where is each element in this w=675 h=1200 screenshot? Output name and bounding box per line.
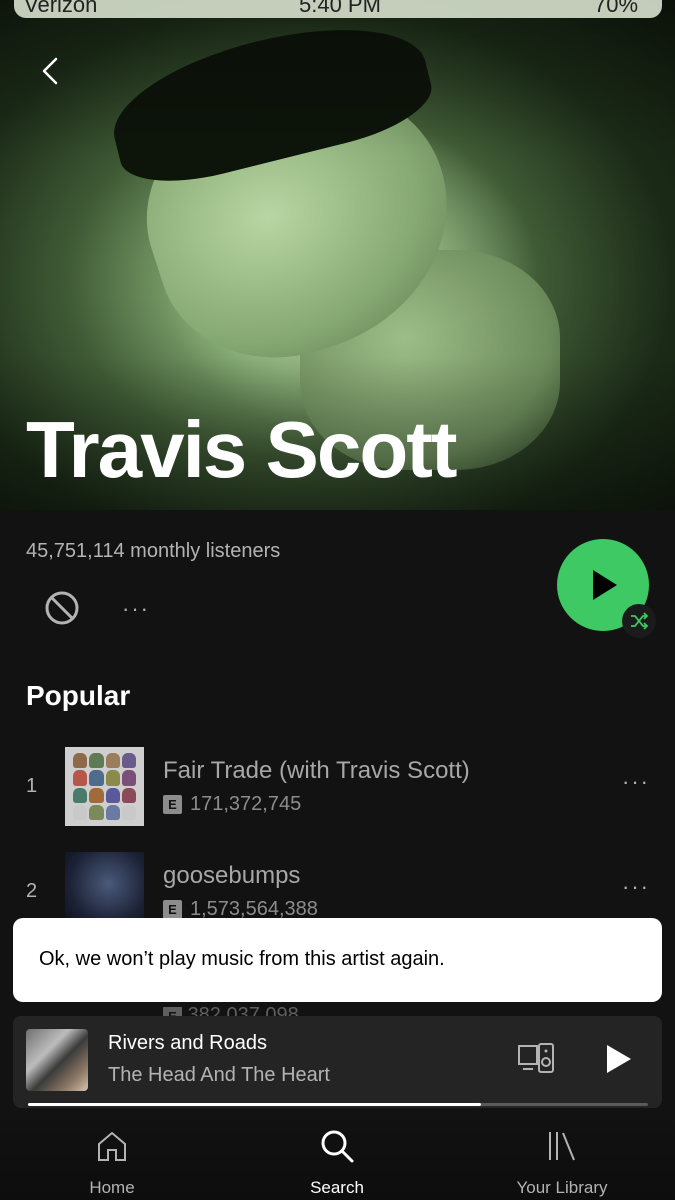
track-more-button[interactable]: ···: [622, 769, 650, 795]
nav-label: Search: [310, 1178, 364, 1197]
track-rank: 1: [26, 775, 38, 797]
back-button[interactable]: [34, 54, 68, 88]
search-icon: [321, 1130, 354, 1163]
bottom-navigation: Home Search Your Library: [0, 1110, 675, 1200]
track-more-button[interactable]: ···: [622, 874, 650, 900]
track-row[interactable]: 1 Fair Trade (with Travis Scott) E 171,3…: [0, 747, 675, 827]
explicit-badge: E: [163, 900, 182, 919]
chevron-left-icon: [42, 57, 58, 85]
nav-search[interactable]: Search: [257, 1110, 417, 1200]
play-icon: [607, 1045, 631, 1073]
more-options-button[interactable]: ···: [122, 596, 150, 622]
explicit-badge: E: [163, 795, 182, 814]
playback-progress-fill: [28, 1103, 481, 1106]
library-icon: [549, 1132, 575, 1161]
block-artist-button[interactable]: [44, 590, 80, 626]
mini-play-button[interactable]: [601, 1042, 635, 1076]
track-meta: E 171,372,745: [163, 793, 301, 816]
play-icon: [593, 570, 617, 600]
track-cover: [65, 747, 144, 826]
status-carrier: Verizon: [24, 0, 98, 17]
toast-message: Ok, we won’t play music from this artist…: [39, 948, 445, 970]
devices-icon: [518, 1043, 554, 1073]
nav-label: Home: [89, 1178, 135, 1197]
track-rank: 2: [26, 880, 38, 902]
playback-progress[interactable]: [28, 1103, 648, 1106]
nav-home[interactable]: Home: [32, 1110, 192, 1200]
nav-library[interactable]: Your Library: [482, 1110, 642, 1200]
track-plays: 171,372,745: [190, 793, 302, 815]
artist-name: Travis Scott: [26, 405, 458, 494]
toast-notification: Ok, we won’t play music from this artist…: [13, 918, 662, 1002]
popular-heading: Popular: [26, 680, 131, 711]
track-title: Fair Trade (with Travis Scott): [163, 757, 470, 784]
shuffle-button[interactable]: [622, 604, 656, 638]
status-battery: 70%: [594, 0, 639, 17]
monthly-listeners: 45,751,114 monthly listeners: [26, 540, 281, 562]
now-playing-bar[interactable]: Rivers and Roads The Head And The Heart: [13, 1016, 662, 1108]
block-icon: [45, 591, 79, 625]
shuffle-icon: [631, 612, 649, 630]
now-playing-artwork: [26, 1029, 88, 1091]
now-playing-artist: The Head And The Heart: [108, 1064, 330, 1086]
status-bar: Verizon 5:40 PM 70%: [14, 0, 662, 18]
now-playing-title: Rivers and Roads: [108, 1032, 267, 1054]
connect-device-button[interactable]: [517, 1042, 557, 1076]
status-time: 5:40 PM: [299, 0, 381, 17]
track-title: goosebumps: [163, 862, 301, 889]
home-icon: [98, 1131, 126, 1161]
nav-label: Your Library: [516, 1178, 608, 1197]
